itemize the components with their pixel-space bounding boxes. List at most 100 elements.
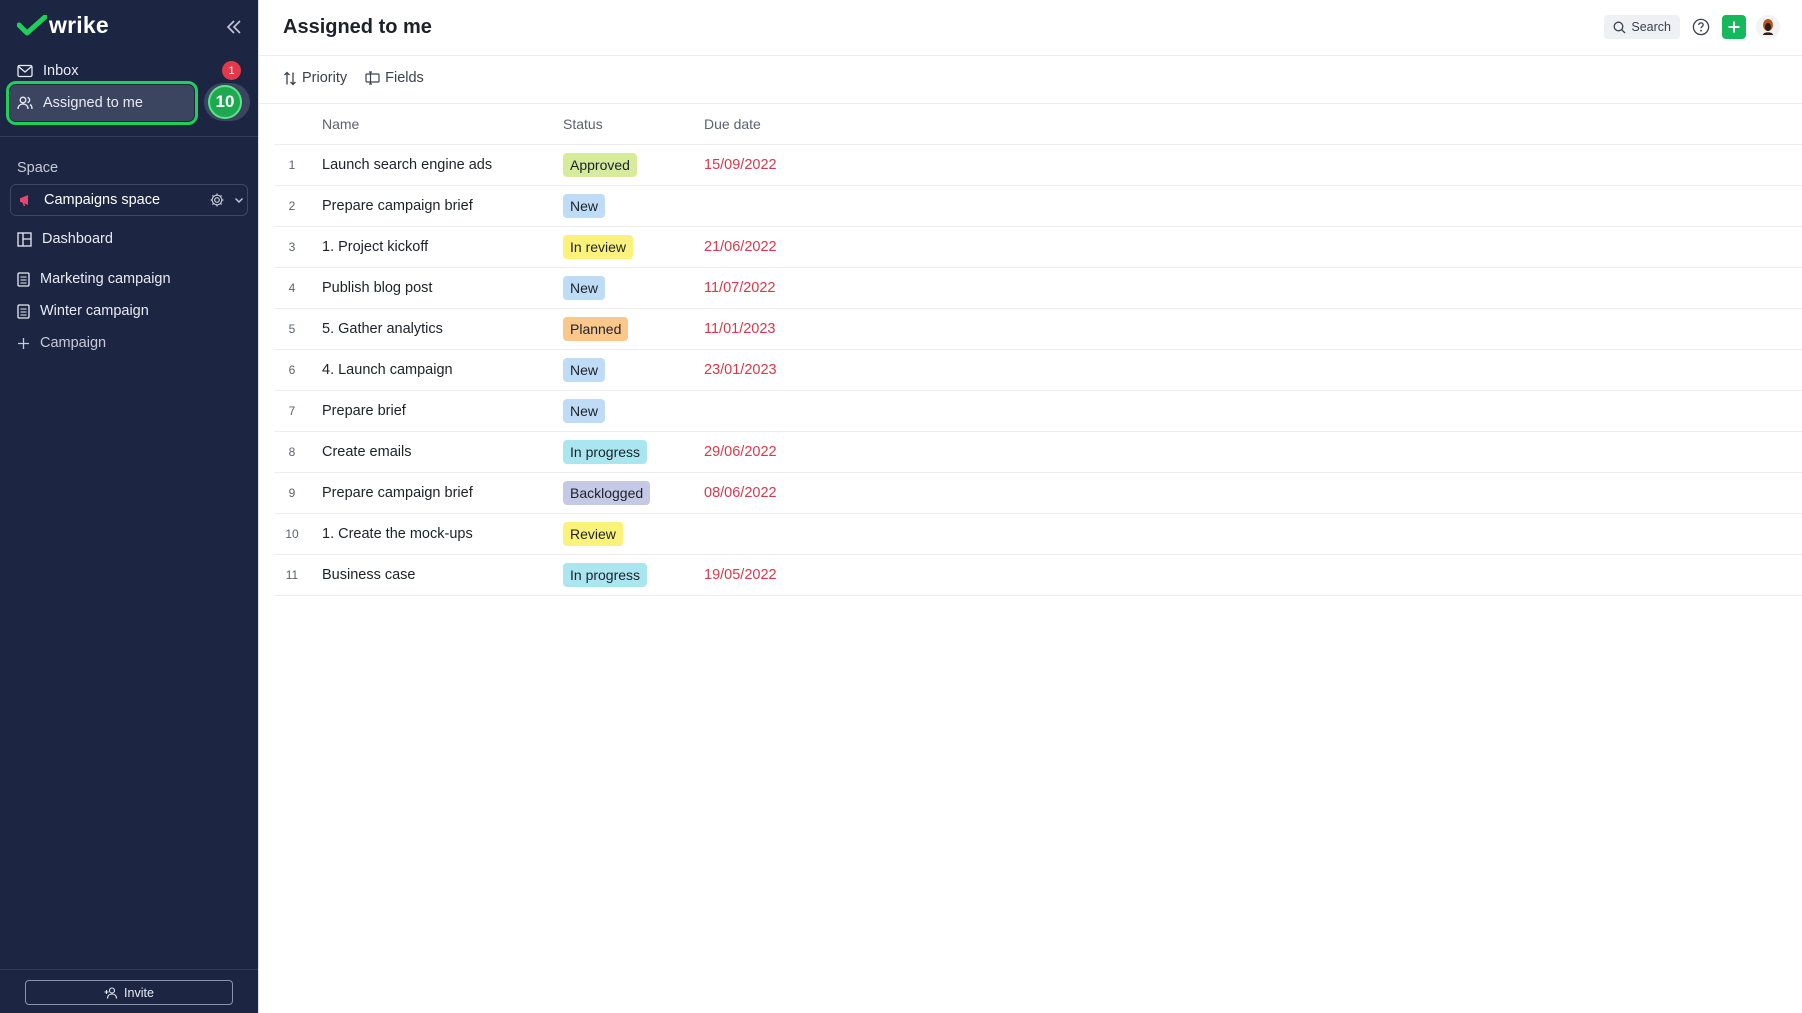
- sort-icon: [284, 71, 296, 85]
- due-date[interactable]: 21/06/2022: [704, 239, 777, 255]
- status-badge[interactable]: In progress: [563, 440, 648, 464]
- header-actions: Search: [1604, 15, 1780, 39]
- table-row[interactable]: 11 Business case In progress 19/05/2022: [274, 555, 1802, 596]
- row-number: 11: [285, 568, 299, 582]
- invite-label: Invite: [124, 985, 154, 1000]
- status-badge[interactable]: New: [563, 194, 606, 218]
- sidebar-item-label: Winter campaign: [40, 303, 149, 319]
- table-body: 1 Launch search engine ads Approved 15/09/2…: [274, 145, 1802, 596]
- create-new-button[interactable]: [1722, 15, 1746, 39]
- sidebar-item-label: Assigned to me: [43, 95, 143, 111]
- task-name[interactable]: Business case: [322, 567, 416, 583]
- sidebar-item-inbox[interactable]: Inbox: [10, 54, 246, 88]
- search-button[interactable]: Search: [1604, 15, 1680, 39]
- due-date[interactable]: 11/07/2022: [704, 280, 776, 296]
- row-number: 1: [288, 158, 296, 172]
- row-number: 7: [288, 404, 296, 418]
- table-row[interactable]: 2 Prepare campaign brief New: [274, 186, 1802, 227]
- table-row[interactable]: 4 Publish blog post New 11/07/2022: [274, 268, 1802, 309]
- status-cell: In review: [563, 235, 634, 259]
- table-row[interactable]: 5 5. Gather analytics Planned 11/01/2023: [274, 309, 1802, 350]
- app-name: wrike: [49, 12, 109, 38]
- avatar[interactable]: [1756, 15, 1780, 39]
- status-badge[interactable]: Backlogged: [563, 481, 651, 505]
- table-row[interactable]: 7 Prepare brief New: [274, 391, 1802, 432]
- mail-icon: [17, 64, 33, 78]
- search-label: Search: [1631, 20, 1671, 34]
- user-avatar-icon: [1763, 19, 1773, 35]
- due-date[interactable]: 08/06/2022: [704, 485, 777, 501]
- column-header-name[interactable]: Name: [322, 116, 359, 132]
- table-row[interactable]: 6 4. Launch campaign New 23/01/2023: [274, 350, 1802, 391]
- status-badge[interactable]: In review: [563, 235, 634, 259]
- status-badge[interactable]: New: [563, 358, 606, 382]
- status-cell: In progress: [563, 563, 648, 587]
- add-campaign-button[interactable]: Campaign: [10, 326, 246, 360]
- header-divider: [259, 55, 1802, 56]
- task-name[interactable]: Prepare campaign brief: [322, 198, 473, 214]
- status-badge[interactable]: Planned: [563, 317, 629, 341]
- column-header-status[interactable]: Status: [563, 116, 603, 132]
- table-row[interactable]: 3 1. Project kickoff In review 21/06/2022: [274, 227, 1802, 268]
- megaphone-icon: [20, 195, 28, 207]
- task-name[interactable]: Publish blog post: [322, 280, 432, 296]
- table-row[interactable]: 9 Prepare campaign brief Backlogged 08/06/2…: [274, 473, 1802, 514]
- space-selector[interactable]: Campaigns space: [10, 184, 248, 216]
- sidebar-divider: [0, 136, 258, 137]
- sidebar-divider: [0, 969, 258, 970]
- table-row[interactable]: 10 1. Create the mock-ups Review: [274, 514, 1802, 555]
- inbox-count-badge: 1: [222, 61, 241, 80]
- page-title: Assigned to me: [283, 16, 432, 38]
- wrike-logo[interactable]: wrike: [17, 12, 109, 39]
- priority-sort-button[interactable]: Priority: [283, 70, 347, 86]
- status-badge[interactable]: New: [563, 399, 606, 423]
- status-badge[interactable]: In progress: [563, 563, 648, 587]
- sidebar-item-winter-campaign[interactable]: Winter campaign: [10, 294, 246, 328]
- status-cell: In progress: [563, 440, 648, 464]
- status-cell: Planned: [563, 317, 629, 341]
- status-badge[interactable]: Approved: [563, 153, 637, 177]
- task-name[interactable]: Create emails: [322, 444, 411, 460]
- toolbar: Priority Fields: [283, 70, 424, 86]
- status-cell: New: [563, 358, 606, 382]
- task-name[interactable]: Launch search engine ads: [322, 157, 492, 173]
- sidebar: wrike Inbox 1 Assigned to me 10 Space Ca…: [0, 0, 258, 1013]
- help-button[interactable]: [1690, 16, 1712, 38]
- sidebar-item-label: Campaign: [40, 335, 107, 351]
- priority-label: Priority: [302, 70, 348, 86]
- gear-icon[interactable]: [209, 192, 225, 208]
- status-badge[interactable]: New: [563, 276, 606, 300]
- invite-button[interactable]: Invite: [25, 980, 233, 1005]
- due-date[interactable]: 15/09/2022: [704, 157, 777, 173]
- sidebar-item-label: Inbox: [43, 63, 79, 79]
- task-name[interactable]: Prepare brief: [322, 403, 406, 419]
- status-badge[interactable]: Review: [563, 522, 623, 546]
- sidebar-item-marketing-campaign[interactable]: Marketing campaign: [10, 262, 246, 296]
- wrike-check-icon: [17, 14, 47, 35]
- project-icon: [17, 271, 30, 287]
- row-number: 8: [288, 445, 296, 459]
- sidebar-item-dashboard[interactable]: Dashboard: [10, 222, 246, 256]
- users-icon: [17, 96, 33, 110]
- due-date[interactable]: 19/05/2022: [704, 567, 777, 583]
- collapse-sidebar-button[interactable]: [224, 17, 244, 37]
- table-header: Name Status Due date: [274, 104, 1802, 145]
- table-row[interactable]: 8 Create emails In progress 29/06/2022: [274, 432, 1802, 473]
- dashboard-icon: [17, 231, 32, 247]
- due-date[interactable]: 23/01/2023: [704, 362, 777, 378]
- chevron-down-icon[interactable]: [233, 194, 245, 206]
- fields-button[interactable]: Fields: [365, 70, 424, 86]
- task-name[interactable]: 4. Launch campaign: [322, 362, 453, 378]
- sidebar-item-assigned-to-me[interactable]: Assigned to me: [6, 81, 198, 125]
- help-icon: [1692, 18, 1710, 36]
- task-name[interactable]: 1. Create the mock-ups: [322, 526, 473, 542]
- due-date[interactable]: 29/06/2022: [704, 444, 777, 460]
- task-name[interactable]: 5. Gather analytics: [322, 321, 443, 337]
- due-date[interactable]: 11/01/2023: [704, 321, 776, 337]
- plus-icon: [1728, 21, 1740, 33]
- task-name[interactable]: Prepare campaign brief: [322, 485, 473, 501]
- fields-icon: [365, 71, 380, 85]
- column-header-due-date[interactable]: Due date: [704, 116, 761, 132]
- task-name[interactable]: 1. Project kickoff: [322, 239, 428, 255]
- table-row[interactable]: 1 Launch search engine ads Approved 15/09/2…: [274, 145, 1802, 186]
